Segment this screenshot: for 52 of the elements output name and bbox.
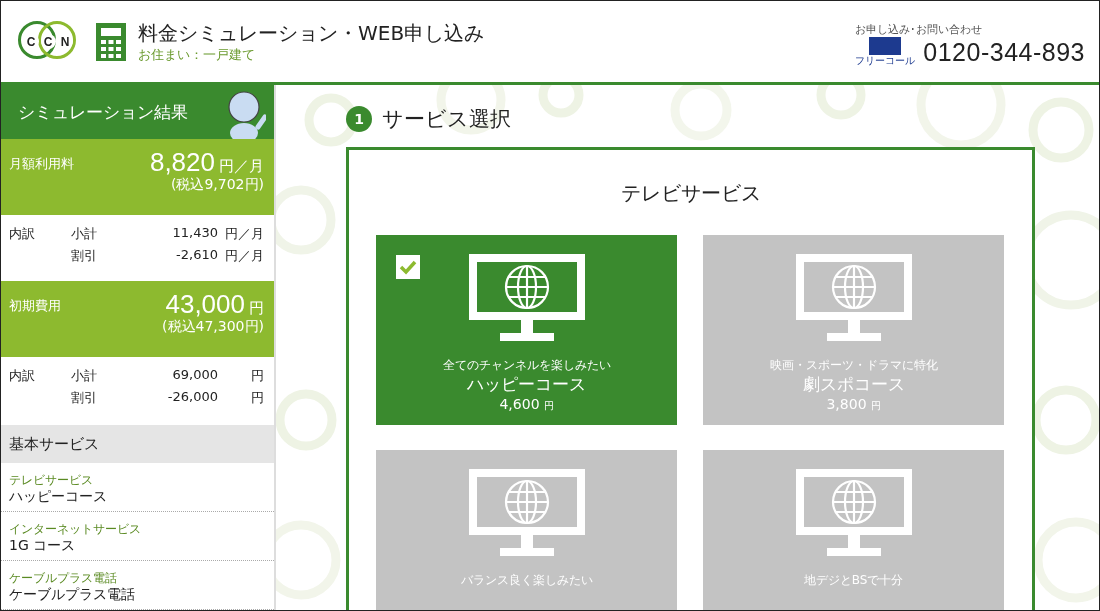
service-category: テレビサービス <box>9 473 94 487</box>
course-price: 4,600 <box>499 396 540 412</box>
total-label: 初期費用 <box>9 297 61 315</box>
breakdown-label: 内訳 <box>9 225 36 243</box>
breakdown-name: 割引 <box>71 247 98 265</box>
breakdown-name: 小計 <box>71 367 98 385</box>
tv-globe-icon <box>795 254 912 341</box>
service-category: インターネットサービス <box>9 522 142 536</box>
total-amount: 43,000 <box>165 289 245 319</box>
residence-label: お住まい：一戸建て <box>138 45 256 64</box>
tax-included: (税込9,702円) <box>171 176 264 194</box>
breakdown-value: 11,430 <box>171 225 218 242</box>
total-label: 月額利用料 <box>9 155 74 173</box>
breakdown-value: -2,610 <box>175 247 218 264</box>
section-heading: 基本サービス <box>1 425 274 463</box>
service-value: ケーブルプラス電話 <box>9 585 136 603</box>
total-amount: 8,820 <box>149 147 215 177</box>
price-unit: 円 <box>870 400 881 411</box>
breakdown-unit: 円 <box>250 389 264 407</box>
amount-unit: 円 <box>249 299 264 317</box>
breakdown-unit: 円 <box>250 367 264 385</box>
freecall-logo: フリーコール <box>855 37 916 67</box>
tv-globe-icon <box>468 469 585 556</box>
tv-globe-icon <box>795 469 912 556</box>
breakdown-value: 69,000 <box>171 367 218 384</box>
tv-globe-icon <box>468 254 585 341</box>
course-name: ハッピーコース <box>467 374 586 394</box>
contact-label: お申し込み･お問い合わせ <box>855 22 983 37</box>
calculator-icon <box>96 22 126 61</box>
service-value: ハッピーコース <box>9 487 108 505</box>
step-number: 1 <box>346 106 372 132</box>
checkbox-checked-icon <box>396 255 420 279</box>
page-title: 料金シミュレーション・WEB申し込み <box>138 19 485 46</box>
phone-number[interactable]: 0120-344-893 <box>923 37 1085 67</box>
breakdown-name: 小計 <box>71 225 98 243</box>
course-card[interactable]: 全てのチャンネルを楽しみたい ハッピーコース 4,600 円 <box>376 235 677 425</box>
course-name: 劇スポコース <box>802 374 905 394</box>
section-title: テレビサービス <box>619 180 762 207</box>
tax-included: (税込47,300円) <box>162 318 264 336</box>
breakdown-unit: 円／月 <box>224 225 264 243</box>
service-value: 1G コース <box>9 536 77 554</box>
breakdown-unit: 円／月 <box>224 247 264 265</box>
breakdown-name: 割引 <box>71 389 98 407</box>
price-unit: 円 <box>543 400 554 411</box>
breakdown-label: 内訳 <box>9 367 36 385</box>
step-title: サービス選択 <box>382 106 511 133</box>
course-tagline: 全てのチャンネルを楽しみたい <box>442 357 611 374</box>
breakdown-value: -26,000 <box>166 389 218 406</box>
sidebar-title: シミュレーション結果 <box>18 100 188 124</box>
service-category: ケーブルプラス電話 <box>9 571 118 585</box>
course-price: 3,800 <box>826 396 867 412</box>
amount-unit: 円／月 <box>219 157 264 175</box>
